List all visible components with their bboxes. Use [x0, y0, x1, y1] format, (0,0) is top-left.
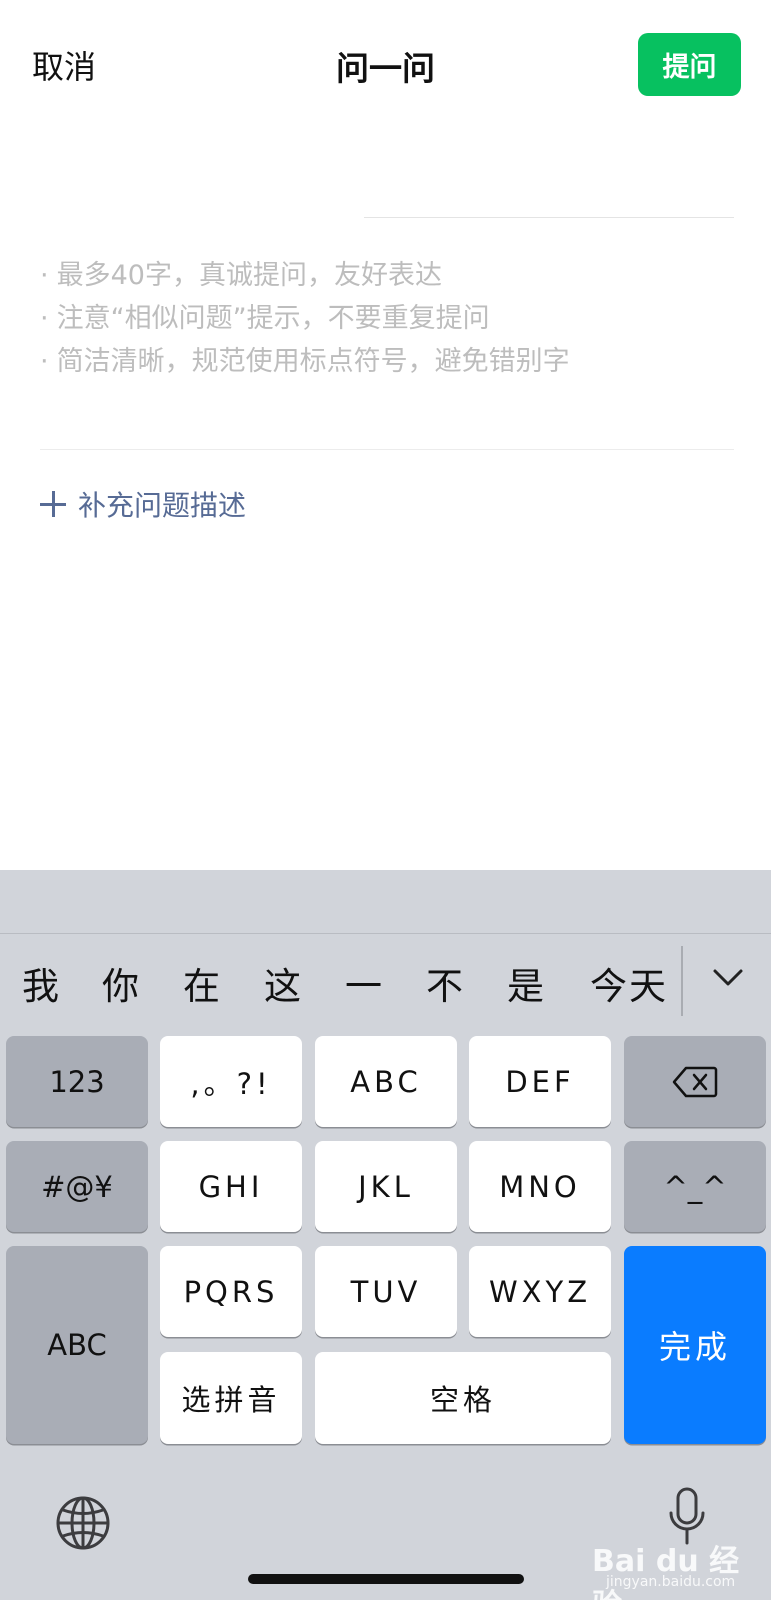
backspace-icon — [672, 1066, 718, 1097]
key-ghi[interactable]: GHI — [160, 1141, 302, 1232]
question-hints: · 最多40字，真诚提问，友好表达 · 注意“相似问题”提示，不要重复提问 · 简洁清… — [40, 254, 740, 383]
plus-icon — [40, 491, 66, 517]
hint-line: · 最多40字，真诚提问，友好表达 — [40, 254, 740, 297]
ask-button[interactable]: 提问 — [638, 33, 741, 96]
key-abc-switch[interactable]: ABC — [6, 1246, 148, 1444]
hint-line: · 注意“相似问题”提示，不要重复提问 — [40, 297, 740, 340]
space-key[interactable]: 空格 — [315, 1352, 611, 1444]
hint-line: · 简洁清晰，规范使用标点符号，避免错别字 — [40, 340, 740, 383]
key-emoticon[interactable]: ^_^ — [624, 1141, 766, 1232]
key-mno[interactable]: MNO — [469, 1141, 611, 1232]
candidate-word[interactable]: 今天 — [590, 956, 668, 1010]
hint-text: 最多40字，真诚提问，友好表达 — [56, 260, 442, 291]
hint-text: 注意“相似问题”提示，不要重复提问 — [56, 303, 490, 334]
key-wxyz[interactable]: WXYZ — [469, 1246, 611, 1337]
hint-bullet: · — [40, 303, 49, 334]
backspace-button[interactable] — [624, 1036, 766, 1127]
key-def[interactable]: DEF — [469, 1036, 611, 1127]
key-punctuation[interactable]: ,。?! — [160, 1036, 302, 1127]
key-symbols[interactable]: #@¥ — [6, 1141, 148, 1232]
key-jkl[interactable]: JKL — [315, 1141, 457, 1232]
baidu-watermark: Bai du 经验 jingyan.baidu.com — [592, 1536, 762, 1600]
candidate-word[interactable]: 我 — [22, 956, 61, 1010]
section-divider — [40, 449, 734, 450]
hint-bullet: · — [40, 346, 49, 377]
candidate-word[interactable]: 在 — [183, 956, 222, 1010]
chevron-down-icon[interactable] — [712, 966, 744, 990]
keyboard: 我 你 在 这 一 不 是 今天 — [0, 870, 771, 1600]
app-root: 取消 问一问 提问 · 最多40字，真诚提问，友好表达 · 注意“相似问题”提示，不… — [0, 0, 771, 1600]
hint-bullet: · — [40, 260, 49, 291]
question-input[interactable] — [364, 150, 734, 218]
globe-icon[interactable] — [55, 1495, 111, 1551]
key-pqrs[interactable]: PQRS — [160, 1246, 302, 1337]
top-bar: 取消 问一问 提问 — [0, 0, 771, 130]
watermark-url: jingyan.baidu.com — [606, 1574, 736, 1590]
candidate-word[interactable]: 一 — [345, 956, 384, 1010]
done-button[interactable]: 完成 — [624, 1246, 766, 1444]
add-description-label: 补充问题描述 — [78, 489, 247, 522]
add-description-button[interactable]: 补充问题描述 — [40, 484, 246, 524]
candidate-word[interactable]: 不 — [426, 956, 465, 1010]
key-abc[interactable]: ABC — [315, 1036, 457, 1127]
watermark-brand: Bai du 经验 — [592, 1544, 740, 1600]
candidate-word[interactable]: 这 — [264, 956, 303, 1010]
candidate-separator — [681, 946, 683, 1016]
hint-text: 简洁清晰，规范使用标点符号，避免错别字 — [56, 346, 570, 377]
key-tuv[interactable]: TUV — [315, 1246, 457, 1337]
candidate-word[interactable]: 是 — [507, 956, 546, 1010]
key-pinyin[interactable]: 选拼音 — [160, 1352, 302, 1444]
candidate-word[interactable]: 你 — [102, 956, 141, 1010]
candidate-bar: 我 你 在 这 一 不 是 今天 — [0, 934, 771, 1030]
key-123[interactable]: 123 — [6, 1036, 148, 1127]
home-indicator[interactable] — [248, 1574, 524, 1584]
